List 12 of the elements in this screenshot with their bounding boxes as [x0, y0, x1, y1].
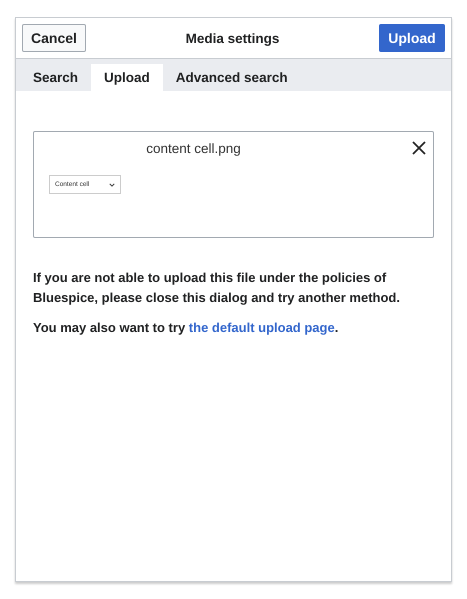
- file-name: content cell.png: [145, 141, 242, 156]
- upload-button[interactable]: Upload: [379, 24, 445, 52]
- upload-page-link[interactable]: the default upload page: [188, 320, 335, 335]
- chevron-icon: [109, 182, 115, 186]
- policy-notice: If you are not able to upload this file under the policies of Bluespice, please close this dialog and try another method.: [33, 269, 401, 307]
- tab[interactable]: Search: [20, 64, 92, 91]
- close-icon[interactable]: [411, 140, 427, 156]
- tab[interactable]: Upload: [91, 64, 163, 91]
- tab[interactable]: Advanced search: [162, 64, 301, 91]
- dialog-title: Media settings: [186, 30, 280, 46]
- alternative-notice: You may also want to try the default upload page.: [33, 319, 340, 337]
- cancel-button[interactable]: Cancel: [22, 24, 86, 52]
